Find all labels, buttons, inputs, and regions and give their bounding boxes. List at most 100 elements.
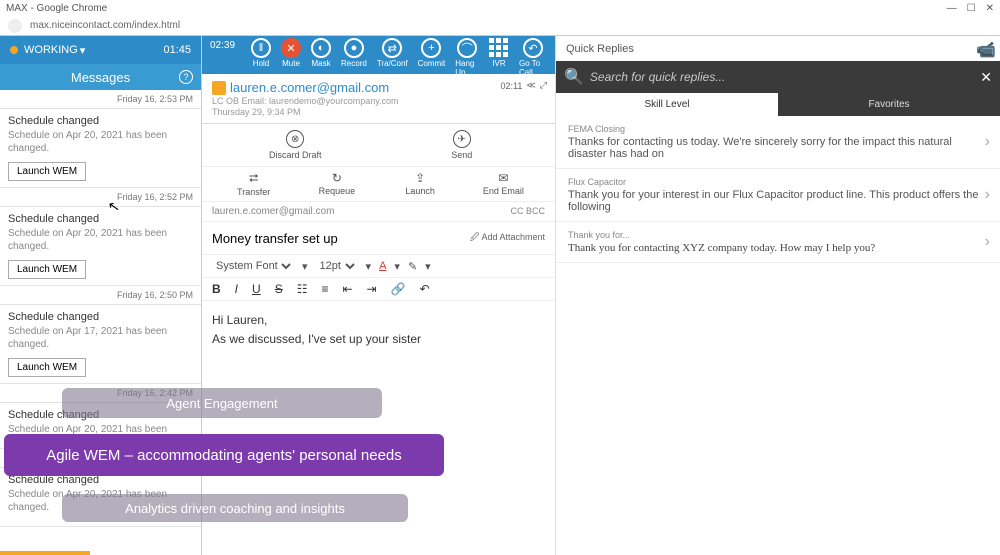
clear-search-icon[interactable]: ✕ bbox=[980, 69, 992, 86]
strike-button[interactable]: S bbox=[275, 282, 283, 296]
numbered-list-button[interactable]: ≡ bbox=[321, 282, 328, 296]
address-bar: max.niceincontact.com/index.html bbox=[0, 16, 1000, 36]
mute-button[interactable]: ✕Mute bbox=[281, 38, 301, 77]
bullet-list-button[interactable]: ☷ bbox=[297, 282, 308, 296]
gotocall-button[interactable]: ↶Go To Call bbox=[519, 38, 547, 77]
status-bar[interactable]: WORKING ▾ 01:45 bbox=[0, 36, 201, 64]
hold-icon: ‖ bbox=[251, 38, 271, 58]
hang up-icon: ⌒ bbox=[457, 38, 477, 58]
avatar-icon bbox=[212, 81, 226, 95]
call-toolbar: 02:39 ‖Hold ✕Mute ◐Mask ●Record ⇄Tra/Conf +Co… bbox=[202, 36, 555, 74]
quick-reply-item[interactable]: Flux Capacitor Thank you for your intere… bbox=[556, 169, 1000, 222]
commit-button[interactable]: +Commit bbox=[418, 38, 446, 77]
email-panel: 02:39 ‖Hold ✕Mute ◐Mask ●Record ⇄Tra/Conf +Co… bbox=[202, 36, 555, 555]
requeue-button[interactable]: ↻Requeue bbox=[295, 171, 378, 197]
hangup-button[interactable]: ⌒Hang Up bbox=[455, 38, 479, 77]
ivr-button[interactable]: IVR bbox=[489, 38, 509, 77]
record-icon: ● bbox=[344, 38, 364, 58]
message-title: Schedule changed bbox=[8, 311, 193, 323]
indent-button[interactable]: ⇥ bbox=[367, 282, 377, 296]
end-email-icon: ✉ bbox=[462, 171, 545, 185]
ivr-icon bbox=[489, 38, 509, 58]
close-icon[interactable]: ✕ bbox=[986, 3, 994, 14]
to-field[interactable]: lauren.e.comer@gmail.comCC BCC bbox=[202, 202, 555, 222]
message-item[interactable]: Schedule changed Schedule on Apr 20, 202… bbox=[0, 109, 201, 188]
email-from: LC OB Email: laurendemo@yourcompany.com bbox=[212, 96, 545, 106]
email-date: Thursday 29, 9:34 PM bbox=[212, 107, 545, 117]
transfer-icon: ⮂ bbox=[212, 171, 295, 186]
message-title: Schedule changed bbox=[8, 213, 193, 225]
email-actions-2: ⮂Transfer ↻Requeue ⇪Launch ✉End Email bbox=[202, 167, 555, 202]
transfer-button[interactable]: ⮂Transfer bbox=[212, 171, 295, 197]
cc-bcc-toggle[interactable]: CC BCC bbox=[510, 206, 545, 217]
quick-reply-item[interactable]: FEMA Closing Thanks for contacting us to… bbox=[556, 116, 1000, 169]
format-bar: System Font▾ 12pt▾ A▾ ✎▾ bbox=[202, 255, 555, 278]
min-icon[interactable]: — bbox=[947, 3, 957, 14]
end-email-button[interactable]: ✉End Email bbox=[462, 171, 545, 197]
message-title: Schedule changed bbox=[8, 115, 193, 127]
help-icon[interactable]: ? bbox=[179, 70, 193, 84]
launch-wem-button[interactable]: Launch WEM bbox=[8, 358, 86, 377]
expand-icon[interactable]: ⤢ bbox=[540, 80, 547, 91]
camera-icon[interactable]: 📹 bbox=[976, 40, 996, 60]
font-select[interactable]: System Font bbox=[212, 259, 294, 273]
tab-favorites[interactable]: Favorites bbox=[778, 93, 1000, 116]
text-color-icon[interactable]: A bbox=[379, 260, 386, 272]
search-input[interactable] bbox=[590, 70, 974, 84]
tra/conf-icon: ⇄ bbox=[382, 38, 402, 58]
subject-input[interactable] bbox=[212, 231, 470, 246]
format-bar-2: B I U S ☷ ≡ ⇤ ⇥ 🔗 ↶ bbox=[202, 278, 555, 301]
mask-button[interactable]: ◐Mask bbox=[311, 38, 331, 77]
url-text[interactable]: max.niceincontact.com/index.html bbox=[30, 20, 180, 31]
email-header: lauren.e.comer@gmail.com LC OB Email: la… bbox=[202, 74, 555, 124]
launch-button[interactable]: ⇪Launch bbox=[379, 171, 462, 197]
tab-skill-level[interactable]: Skill Level bbox=[556, 93, 778, 116]
message-item[interactable]: Schedule changed Schedule on Apr 17, 202… bbox=[0, 305, 201, 384]
chevron-right-icon: › bbox=[985, 186, 990, 204]
message-desc: Schedule on Apr 20, 2021 has been change… bbox=[8, 227, 193, 253]
window-title: MAX - Google Chrome bbox=[6, 3, 107, 14]
overlay-agile-wem: Agile WEM – accommodating agents' person… bbox=[4, 434, 444, 476]
send-button[interactable]: ✈Send bbox=[379, 130, 546, 160]
traconf-button[interactable]: ⇄Tra/Conf bbox=[377, 38, 408, 77]
site-icon bbox=[8, 19, 22, 33]
record-button[interactable]: ●Record bbox=[341, 38, 367, 77]
chevron-left-icon[interactable]: ≪ bbox=[526, 80, 535, 91]
window-titlebar: MAX - Google Chrome — ☐ ✕ bbox=[0, 0, 1000, 16]
overlay-analytics: Analytics driven coaching and insights bbox=[62, 494, 408, 522]
discard-draft-button[interactable]: ⊗Discard Draft bbox=[212, 130, 379, 160]
search-icon: 🔍 bbox=[564, 67, 584, 87]
link-button[interactable]: 🔗 bbox=[391, 282, 406, 296]
message-desc: Schedule on Apr 17, 2021 has been change… bbox=[8, 325, 193, 351]
chevron-right-icon: › bbox=[985, 233, 990, 251]
recipient-email[interactable]: lauren.e.comer@gmail.com bbox=[230, 80, 389, 95]
highlight-icon[interactable]: ✎ bbox=[408, 260, 417, 273]
discard-icon: ⊗ bbox=[286, 130, 304, 148]
message-date: Friday 16, 2:52 PM bbox=[0, 188, 201, 207]
launch-wem-button[interactable]: Launch WEM bbox=[8, 260, 86, 279]
overlay-agent-engagement: Agent Engagement bbox=[62, 388, 382, 418]
requeue-icon: ↻ bbox=[295, 171, 378, 185]
italic-button[interactable]: I bbox=[235, 282, 238, 296]
message-item[interactable]: Schedule changed Schedule on Apr 20, 202… bbox=[0, 207, 201, 286]
max-icon[interactable]: ☐ bbox=[967, 3, 976, 14]
undo-button[interactable]: ↶ bbox=[420, 282, 430, 296]
status-time: 01:45 bbox=[163, 44, 191, 56]
size-select[interactable]: 12pt bbox=[316, 259, 358, 273]
message-date: Friday 16, 2:53 PM bbox=[0, 90, 201, 109]
message-date: Friday 16, 2:50 PM bbox=[0, 286, 201, 305]
quick-reply-item[interactable]: Thank you for... Thank you for contactin… bbox=[556, 222, 1000, 263]
launch-icon: ⇪ bbox=[379, 171, 462, 185]
message-desc: Schedule on Apr 20, 2021 has been change… bbox=[8, 129, 193, 155]
messages-header: Messages ? bbox=[0, 64, 201, 90]
underline-button[interactable]: U bbox=[252, 282, 261, 296]
launch-wem-button[interactable]: Launch WEM bbox=[8, 162, 86, 181]
hold-button[interactable]: ‖Hold bbox=[251, 38, 271, 77]
call-counter: 02:39 bbox=[210, 40, 235, 51]
status-dot-icon bbox=[10, 46, 18, 54]
go to call-icon: ↶ bbox=[523, 38, 543, 58]
add-attachment-button[interactable]: 🖉 Add Attachment bbox=[470, 230, 545, 246]
email-actions-1: ⊗Discard Draft ✈Send bbox=[202, 124, 555, 167]
outdent-button[interactable]: ⇤ bbox=[342, 282, 352, 296]
bold-button[interactable]: B bbox=[212, 282, 221, 296]
